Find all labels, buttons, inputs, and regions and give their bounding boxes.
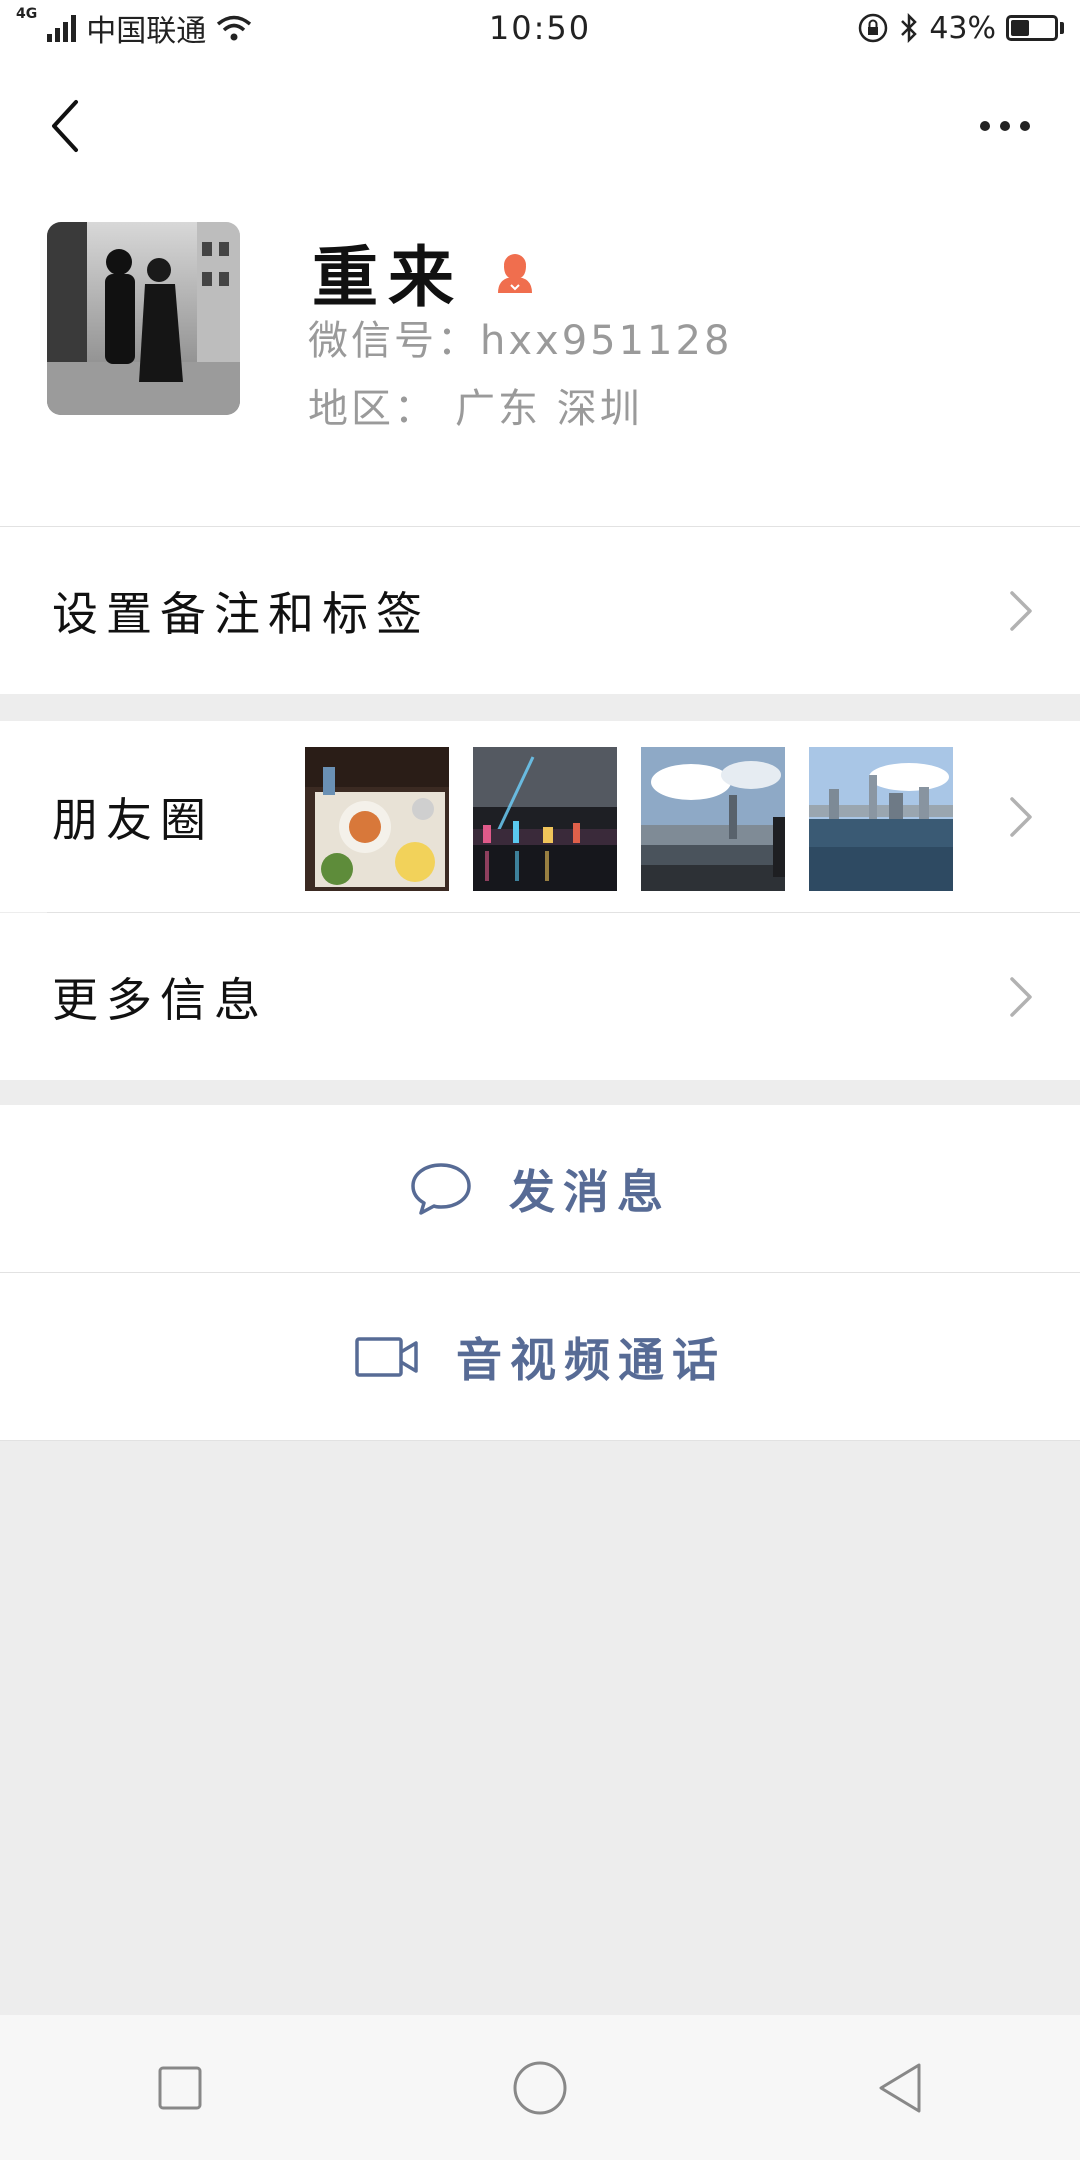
moment-thumbnail — [473, 747, 617, 891]
region-label: 地区： — [308, 386, 437, 432]
female-icon — [498, 254, 532, 293]
system-back-button[interactable] — [855, 2043, 945, 2133]
moment-thumbnail — [305, 747, 449, 891]
profile-header: 重来 微信号：hxx951128 地区： 广东 深圳 — [0, 196, 1080, 526]
more-info-label: 更多信息 — [52, 972, 268, 1027]
chevron-right-icon — [1010, 976, 1032, 1017]
circle-icon — [513, 2061, 567, 2114]
avatar[interactable] — [47, 222, 240, 415]
moments-label: 朋友圈 — [52, 792, 214, 847]
video-call-button[interactable]: 音视频通话 — [0, 1273, 1080, 1440]
chat-bubble-icon — [411, 1162, 471, 1215]
video-camera-icon — [355, 1336, 418, 1377]
back-button[interactable] — [30, 91, 100, 161]
square-icon — [158, 2066, 202, 2109]
send-message-button[interactable]: 发消息 — [0, 1105, 1080, 1272]
wechat-id: 微信号：hxx951128 — [308, 318, 733, 364]
clock: 10:50 — [488, 9, 592, 47]
moment-thumbnail — [809, 747, 953, 891]
remarks-tags-label: 设置备注和标签 — [52, 586, 430, 641]
bottom-divider — [0, 1440, 1080, 1441]
name-row: 重来 — [312, 224, 538, 320]
region-value: 广东 深圳 — [455, 386, 643, 432]
triangle-back-icon — [879, 2063, 921, 2112]
more-info-row[interactable]: 更多信息 — [0, 913, 1080, 1080]
recent-apps-button[interactable] — [135, 2043, 225, 2133]
contact-name: 重来 — [312, 239, 464, 316]
more-dots-icon — [980, 121, 990, 131]
home-button[interactable] — [495, 2043, 585, 2133]
chevron-right-icon — [1010, 796, 1032, 837]
remarks-tags-row[interactable]: 设置备注和标签 — [0, 527, 1080, 694]
send-message-label: 发消息 — [509, 1164, 671, 1219]
moments-thumbnails — [305, 747, 953, 891]
moments-row[interactable]: 朋友圈 — [0, 721, 1080, 912]
top-navigation — [0, 56, 1080, 196]
battery-icon — [1006, 15, 1064, 41]
region: 地区： 广东 深圳 — [308, 376, 643, 434]
status-bar: 4G 中国联通 10:50 43% — [0, 0, 1080, 56]
chevron-right-icon — [1010, 590, 1032, 631]
moment-thumbnail — [641, 747, 785, 891]
video-call-label: 音视频通话 — [456, 1332, 726, 1387]
chevron-left-icon — [52, 100, 78, 152]
more-options-button[interactable] — [960, 91, 1050, 161]
avatar-image — [47, 222, 240, 415]
system-navigation-bar — [0, 2015, 1080, 2160]
battery-fill — [1011, 20, 1030, 36]
